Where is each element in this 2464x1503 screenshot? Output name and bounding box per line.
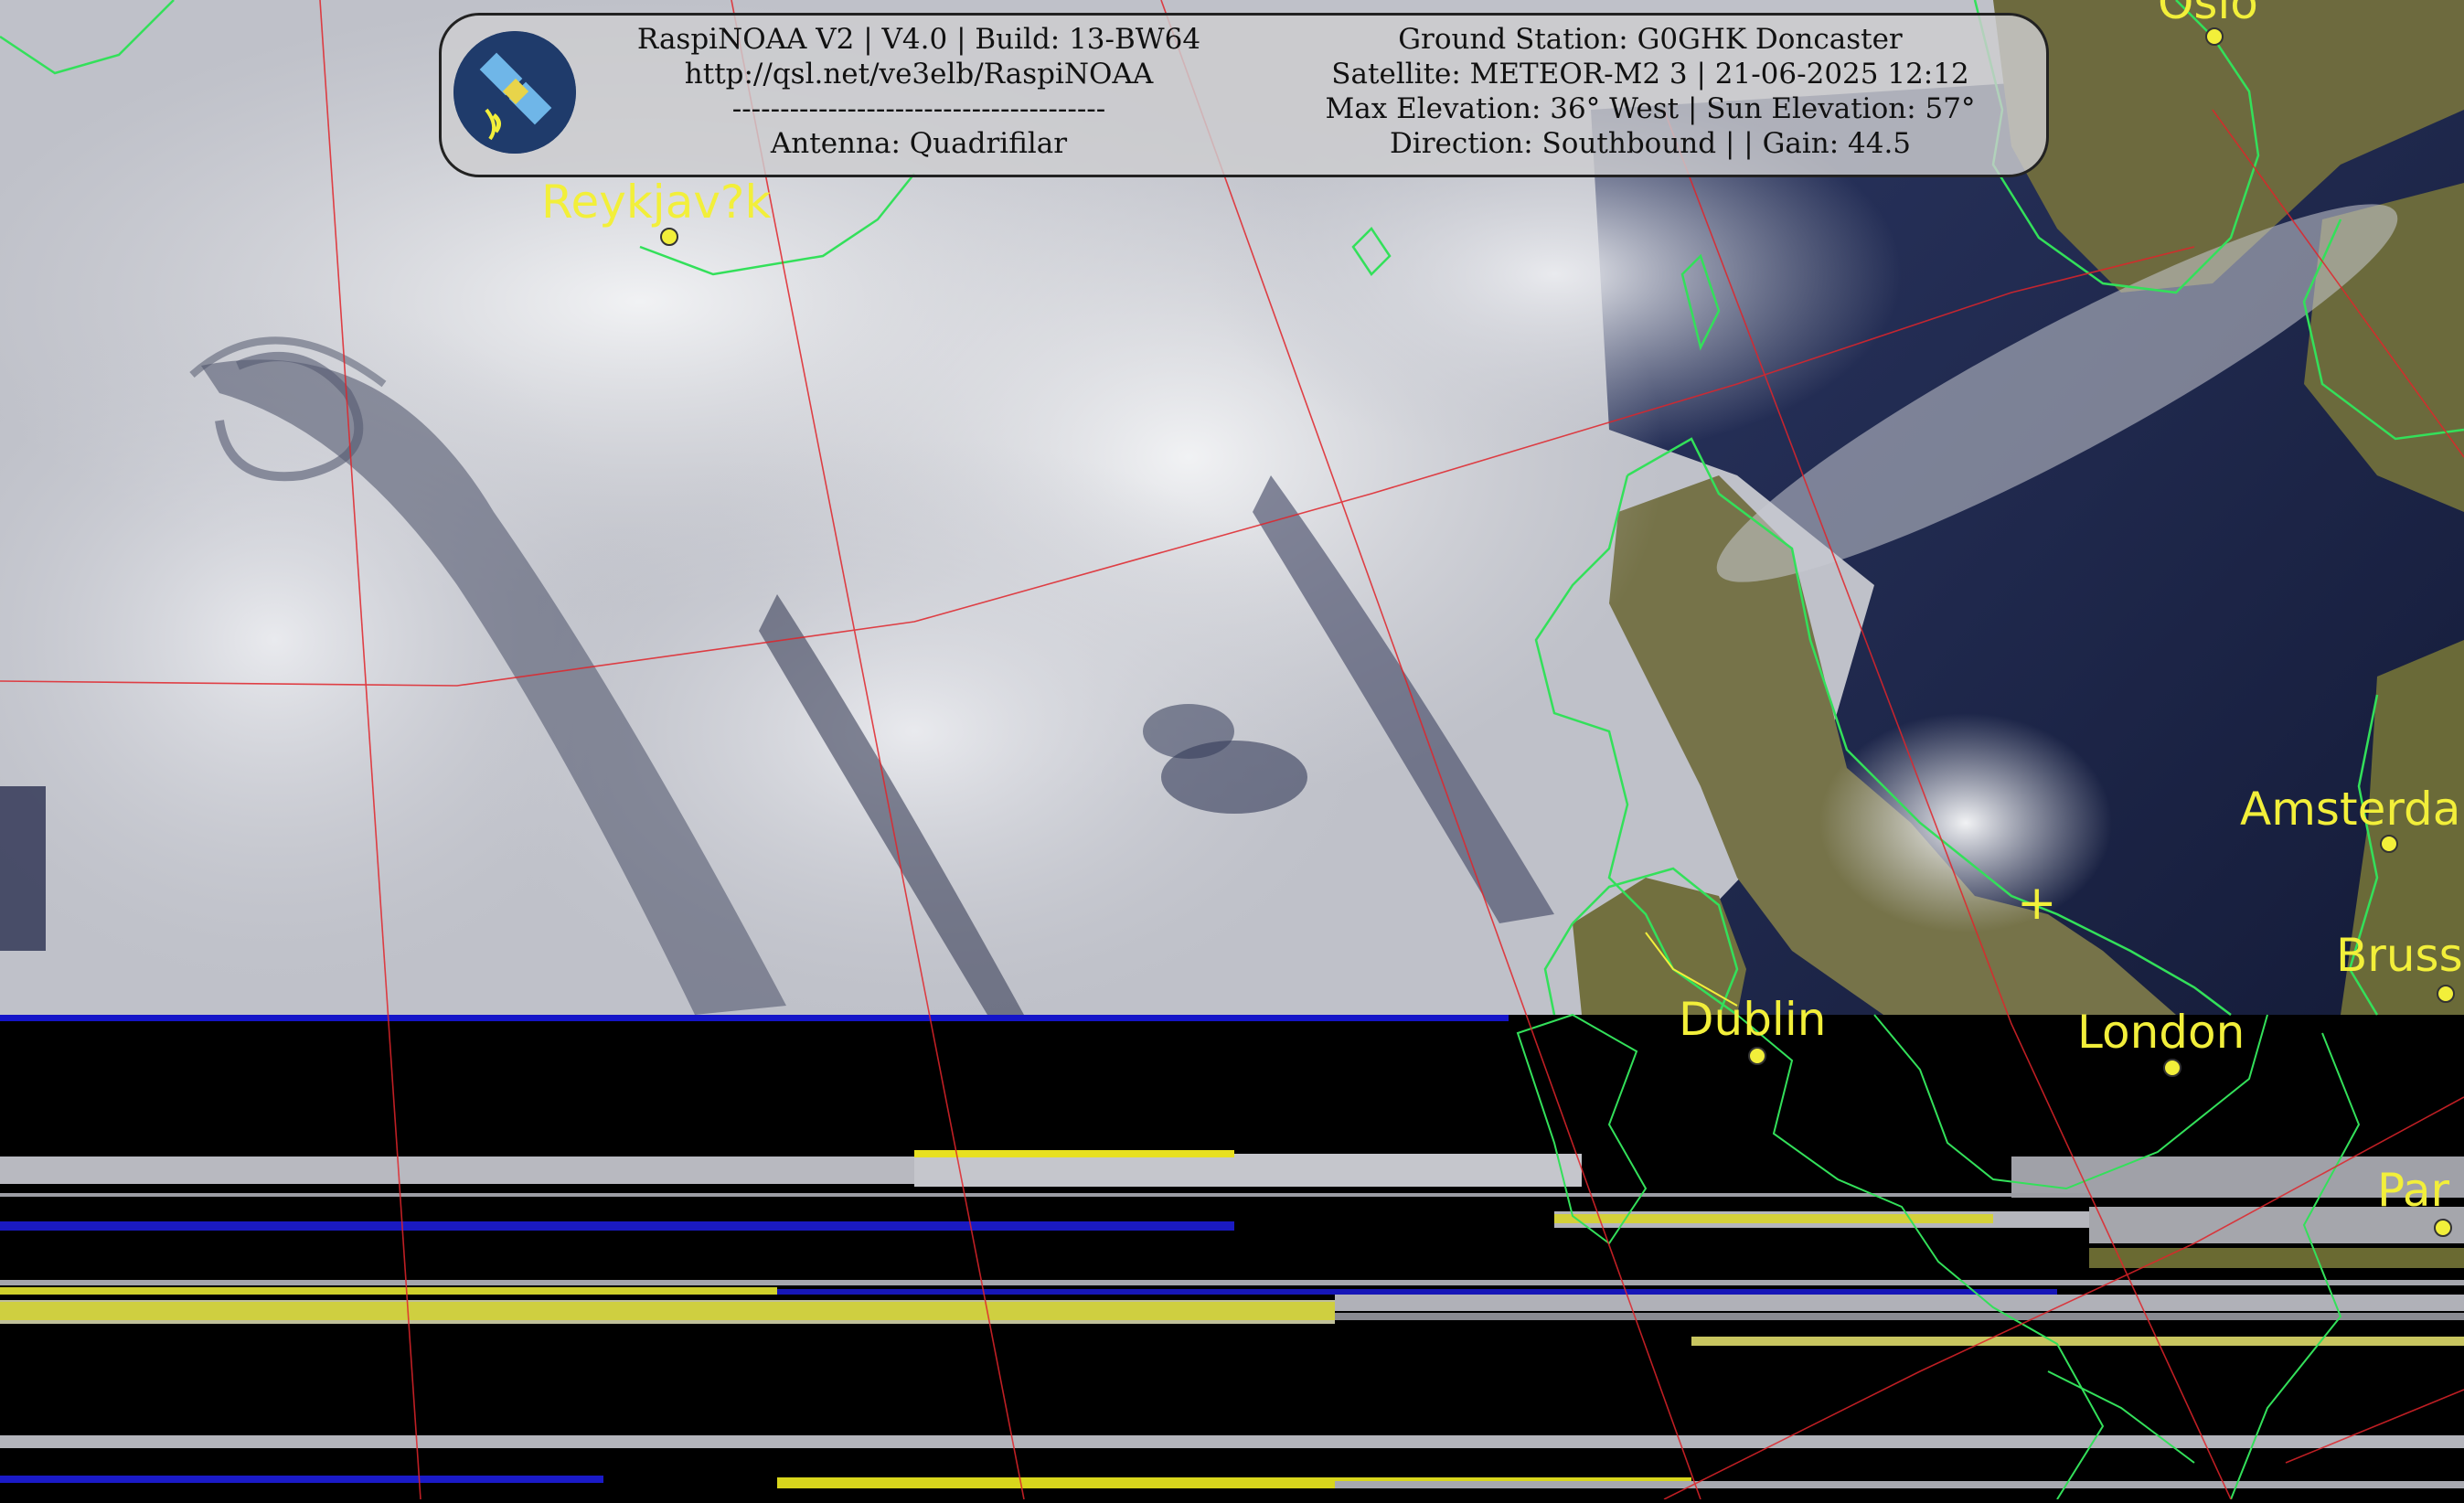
city-marker-amsterdam [2380,835,2398,853]
city-marker-brussels [2437,985,2455,1003]
city-label-london: London [2077,1006,2245,1059]
satellite-imagery [0,0,2464,1500]
satellite-image: RaspiNOAA V2 | V4.0 | Build: 13-BW64 htt… [0,0,2464,1500]
header-elevation: Max Elevation: 36° West | Sun Elevation:… [1325,92,1976,125]
city-marker-dublin [1748,1047,1766,1065]
header-separator: --------------------------------------- [731,92,1106,125]
city-label-reykjavik: Reykjav?k [541,176,772,229]
city-marker-reykjavik [660,228,678,246]
header-satellite: Satellite: METEOR-M2 3 | 21-06-2025 12:1… [1331,58,1969,91]
satellite-icon [453,31,576,154]
city-marker-paris [2434,1219,2452,1237]
header-app-version: RaspiNOAA V2 | V4.0 | Build: 13-BW64 [636,23,1201,56]
city-label-dublin: Dublin [1679,993,1827,1046]
ground-station-marker: + [2017,876,2057,931]
header-antenna: Antenna: Quadrifilar [770,127,1068,160]
city-label-paris: Par [2377,1164,2450,1217]
city-marker-oslo [2205,27,2224,46]
header-url: http://qsl.net/ve3elb/RaspiNOAA [684,58,1154,91]
city-marker-london [2163,1059,2181,1077]
header-direction: Direction: Southbound | | Gain: 44.5 [1389,127,1912,160]
city-label-brussels: Bruss [2336,929,2463,982]
raspinoaa-logo [453,31,576,154]
header-ground-station: Ground Station: G0GHK Doncaster [1398,23,1903,56]
city-label-amsterdam: Amsterdam [2240,783,2464,836]
city-label-oslo: Oslo [2158,0,2258,29]
